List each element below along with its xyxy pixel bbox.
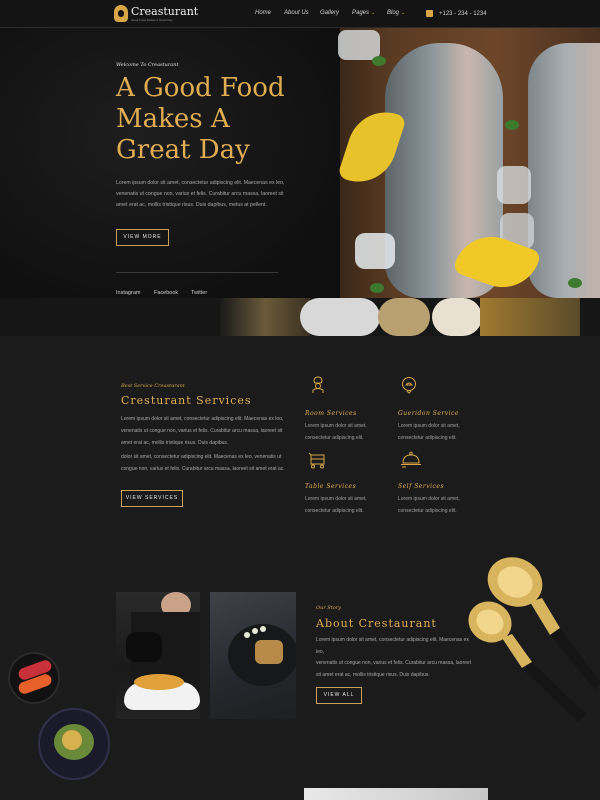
- phone-icon: [426, 10, 433, 17]
- ice-cube-image: [338, 30, 380, 60]
- services-paragraph: dolor sit amet, consectetur adipiscing e…: [121, 454, 285, 472]
- chevron-down-icon: ⌄: [401, 10, 406, 16]
- services-kicker: Best Service Creasturant: [121, 383, 185, 389]
- nav-blog[interactable]: Blog ⌄: [387, 10, 405, 16]
- top-nav: Creasturant Good Food Makes A Great Day …: [0, 0, 600, 28]
- ice-cube-image: [355, 233, 395, 269]
- service-description: Lorem ipsum dolor sit amet, consectetur …: [398, 423, 460, 441]
- view-more-button[interactable]: VIEW MORE: [116, 229, 169, 246]
- service-description: Lorem ipsum dolor sit amet, consectetur …: [305, 423, 367, 441]
- about-description: Lorem ipsum dolor sit amet, consectetur …: [316, 637, 472, 678]
- herb-image: [370, 283, 384, 293]
- facebook-link[interactable]: Facebook: [154, 290, 178, 296]
- instagram-link[interactable]: Instagram: [116, 290, 140, 296]
- services-paragraph: Lorem ipsum dolor sit amet, consectetur …: [121, 416, 284, 446]
- service-name: Table Services: [305, 483, 357, 490]
- hero-title: A Good Food Makes A Great Day: [116, 73, 285, 165]
- chef-plating-photo: [116, 592, 200, 719]
- sushi-bowl-image: [8, 652, 60, 704]
- service-description: Lorem ipsum dolor sit amet, consectetur …: [398, 496, 460, 514]
- hero-description: Lorem ipsum dolor sit amet, consectetur …: [116, 180, 285, 208]
- ice-cube-image: [497, 166, 531, 204]
- plated-dish-photo: [210, 592, 296, 719]
- services-title: Cresturant Services: [121, 394, 252, 407]
- brand-name: Creasturant: [131, 4, 199, 18]
- chevron-down-icon: ⌄: [371, 10, 376, 16]
- cloche-icon: [401, 451, 421, 468]
- divider: [116, 272, 278, 273]
- dish-icon: [402, 377, 416, 394]
- brand-logo[interactable]: Creasturant Good Food Makes A Great Day: [114, 5, 198, 22]
- service-description: Lorem ipsum dolor sit amet, consectetur …: [305, 496, 367, 514]
- hero-kicker: Welcome To Creasturant: [116, 62, 179, 68]
- twitter-link[interactable]: Twitter: [191, 290, 207, 296]
- salad-bowl-image: [38, 708, 110, 780]
- service-name: Self Services: [398, 483, 445, 490]
- nav-home[interactable]: Home: [255, 10, 271, 16]
- view-all-button[interactable]: VIEW ALL: [316, 687, 362, 704]
- phone-number: +123 - 234 - 1234: [439, 10, 487, 17]
- gallery-photo: [304, 788, 488, 800]
- trolley-icon: [308, 452, 325, 469]
- nav-about-us[interactable]: About Us: [284, 10, 309, 16]
- brand-tagline: Good Food Makes A Great Day: [131, 17, 173, 22]
- nav-pages[interactable]: Pages ⌄: [352, 10, 375, 16]
- food-strip-image: [0, 298, 600, 336]
- about-kicker: Our Story: [316, 605, 341, 611]
- chef-icon: [312, 376, 324, 393]
- about-title: About Crestaurant: [316, 617, 437, 630]
- herb-image: [568, 278, 582, 288]
- view-services-button[interactable]: VIEW SERVICES: [121, 490, 183, 507]
- service-name: Room Services: [305, 410, 357, 417]
- logo-icon: [114, 5, 128, 22]
- service-name: Gueridon Service: [398, 410, 459, 417]
- herb-image: [372, 56, 386, 66]
- herb-image: [505, 120, 519, 130]
- nav-phone[interactable]: +123 - 234 - 1234: [426, 10, 487, 17]
- nav-gallery[interactable]: Gallery: [320, 10, 339, 16]
- golden-spoons-image: [468, 557, 600, 722]
